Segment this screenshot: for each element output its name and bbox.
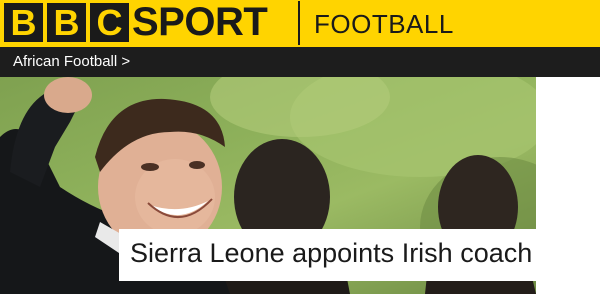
- bbc-logo-letter-b1: B: [4, 3, 43, 42]
- breadcrumb-label: African Football: [13, 53, 118, 70]
- breadcrumb-bar: African Football >: [0, 47, 600, 77]
- story-headline[interactable]: Sierra Leone appoints Irish coach: [130, 233, 532, 273]
- bottom-strip: [0, 294, 600, 300]
- bbc-logo-letter-b2: B: [47, 3, 86, 42]
- masthead: B B C SPORT FOOTBALL: [0, 0, 600, 47]
- chevron-right-icon: >: [121, 53, 131, 70]
- bbc-logo-letter-c: C: [90, 3, 129, 42]
- breadcrumb-link[interactable]: African Football >: [13, 47, 130, 77]
- section-title[interactable]: FOOTBALL: [314, 4, 454, 44]
- sport-wordmark[interactable]: SPORT: [132, 0, 268, 45]
- bbc-logo[interactable]: B B C: [4, 3, 129, 42]
